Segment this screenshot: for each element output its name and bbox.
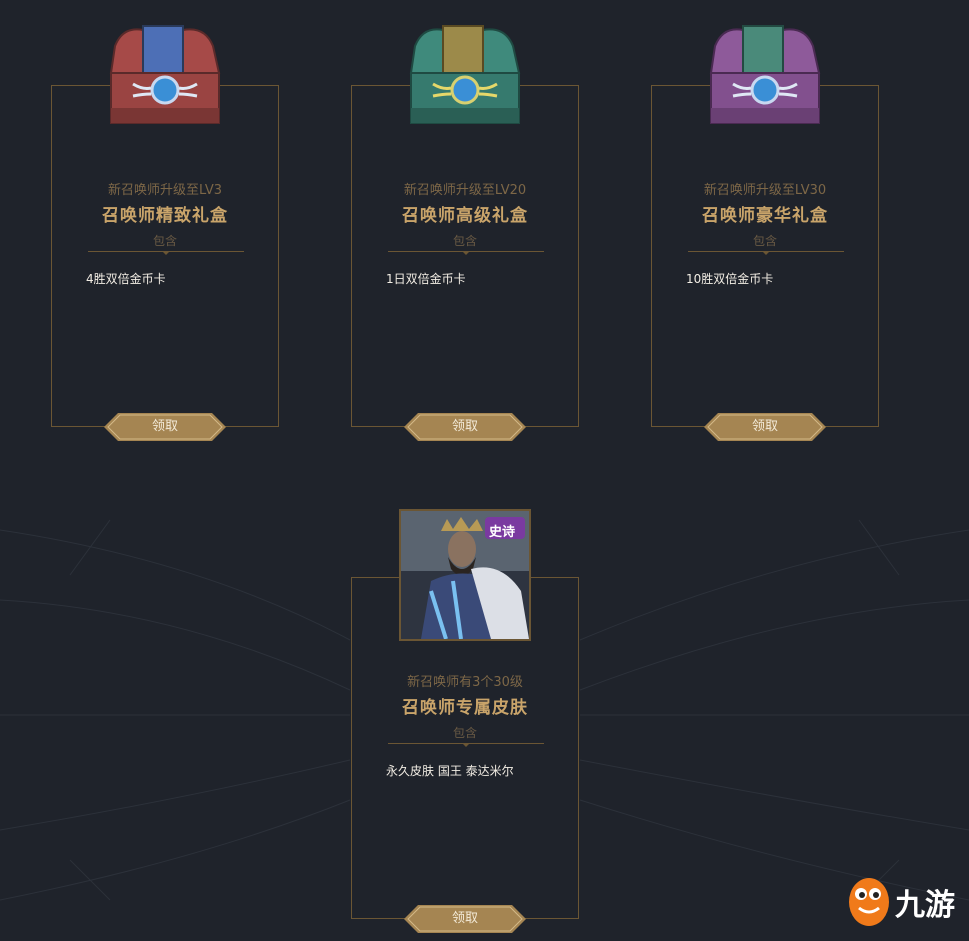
chest-icon [109, 25, 221, 124]
chest-icon [709, 25, 821, 124]
divider [88, 251, 244, 255]
reward-text: 10胜双倍金币卡 [686, 272, 774, 286]
card-requirement: 新召唤师升级至LV3 [108, 183, 222, 198]
reward-text: 4胜双倍金币卡 [86, 272, 166, 286]
reward-text: 永久皮肤 国王 泰达米尔 [386, 764, 514, 778]
claim-button[interactable]: 领取 [404, 905, 526, 933]
jiuyou-logo: 九游 [845, 872, 965, 932]
card-requirement: 新召唤师升级至LV20 [403, 183, 527, 198]
claim-button-label: 领取 [151, 419, 178, 434]
divider [388, 251, 544, 255]
card-title: 召唤师精致礼盒 [102, 206, 228, 226]
claim-button[interactable]: 领取 [704, 413, 826, 441]
divider [688, 251, 844, 255]
card-requirement: 新召唤师升级至LV30 [703, 183, 827, 198]
contains-label: 包含 [152, 234, 177, 248]
contains-label: 包含 [752, 234, 777, 248]
skin-portrait: 史诗 [399, 509, 531, 641]
contains-label: 包含 [452, 726, 477, 740]
claim-button[interactable]: 领取 [404, 413, 526, 441]
divider [388, 743, 544, 747]
claim-button-label: 领取 [451, 911, 478, 926]
reward-text: 1日双倍金币卡 [386, 272, 466, 286]
logo-text: 九游 [895, 888, 955, 923]
claim-button-label: 领取 [751, 419, 778, 434]
contains-label: 包含 [452, 234, 477, 248]
claim-button[interactable]: 领取 [104, 413, 226, 441]
mascot-icon [849, 878, 889, 926]
card-title: 召唤师豪华礼盒 [702, 206, 828, 226]
chest-icon [409, 25, 521, 124]
epic-badge: 史诗 [489, 525, 516, 540]
claim-button-label: 领取 [451, 419, 478, 434]
card-requirement: 新召唤师有3个30级 [407, 675, 523, 690]
card-title: 召唤师高级礼盒 [402, 206, 528, 226]
card-title: 召唤师专属皮肤 [402, 698, 528, 718]
